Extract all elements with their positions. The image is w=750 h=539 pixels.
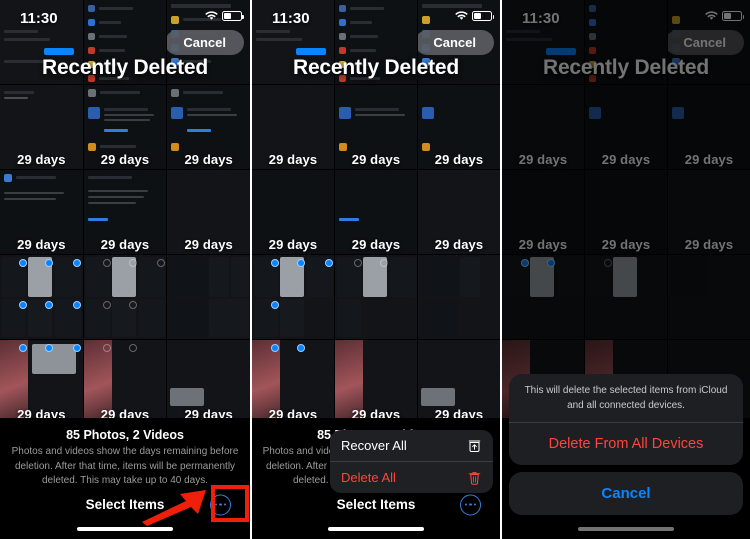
grid-cell[interactable]	[83, 255, 167, 339]
grid-cell[interactable]	[83, 0, 167, 84]
context-menu: Recover All Delete All	[330, 430, 493, 493]
grid-cell[interactable]: Invitation From Unknown Sender You have …	[418, 170, 500, 254]
menu-item-recover-all[interactable]: Recover All	[330, 430, 493, 461]
delete-from-all-devices-button[interactable]: Delete From All Devices	[509, 423, 743, 465]
grid-cell[interactable]: 29 days	[167, 85, 250, 169]
recently-deleted-photo-grid: 11:30	[252, 0, 500, 418]
delete-confirmation-sheet: This will delete the selected items from…	[509, 374, 743, 515]
tutorial-screenshot-strip: 11:30 Cancel 29 days 29 days 29 days 29 …	[0, 0, 750, 539]
grid-cell[interactable]	[167, 255, 250, 339]
grid-cell[interactable]: 29 days	[418, 340, 500, 418]
grid-cell[interactable]: 29 days	[252, 170, 334, 254]
status-icons	[455, 11, 494, 21]
grid-cell[interactable]	[335, 0, 417, 84]
footer-action-row: Select Items	[252, 494, 500, 515]
grid-cell[interactable]: 11:30	[252, 0, 334, 84]
footer-bar: 85 Photos, 2 Videos Photos and videos sh…	[0, 418, 250, 539]
grid-cell[interactable]	[418, 255, 500, 339]
wifi-icon	[455, 11, 468, 20]
menu-item-delete-all[interactable]: Delete All	[330, 462, 493, 493]
grid-cell[interactable]: 29 days	[335, 85, 417, 169]
grid-cell[interactable]: 29 days	[0, 340, 83, 418]
cancel-button[interactable]: Cancel	[509, 472, 743, 515]
grid-cell[interactable]: Cancel	[167, 0, 250, 84]
panel-step-3: 11:30	[500, 0, 750, 539]
alert-message: This will delete the selected items from…	[524, 385, 728, 411]
panel-step-1: 11:30 Cancel 29 days 29 days 29 days 29 …	[0, 0, 250, 539]
panel-step-2: 11:30 Cancel 29 days 29 days 29 days 29 …	[250, 0, 500, 539]
grid-cell[interactable]: 29 days	[335, 170, 417, 254]
grid-cell[interactable]	[252, 255, 334, 339]
grid-cell[interactable]	[335, 255, 417, 339]
action-sheet: This will delete the selected items from…	[509, 374, 743, 465]
recently-deleted-photo-grid: 11:30	[0, 0, 250, 418]
item-count-label: 85 Photos, 2 Videos	[66, 428, 184, 442]
grid-cell[interactable]: 29 days	[335, 340, 417, 418]
status-clock: 11:30	[272, 10, 310, 27]
grid-cell[interactable]: 29 days	[83, 340, 167, 418]
more-ellipsis-button[interactable]	[210, 494, 231, 515]
grid-cell[interactable]: 29 days	[83, 85, 167, 169]
grid-cell[interactable]: 11:30	[0, 0, 83, 84]
battery-icon	[221, 11, 244, 21]
grid-cell[interactable]: 29 days	[167, 340, 250, 418]
cancel-pill-button[interactable]: Cancel	[167, 30, 244, 55]
home-indicator	[77, 527, 173, 531]
status-clock: 11:30	[20, 10, 58, 27]
recover-tray-icon	[467, 438, 482, 453]
select-items-button[interactable]: Select Items	[86, 497, 165, 512]
grid-cell[interactable]: 29 days	[252, 85, 334, 169]
more-ellipsis-button[interactable]	[460, 494, 481, 515]
grid-cell[interactable]: 29 days	[252, 340, 334, 418]
menu-item-label: Recover All	[341, 438, 407, 453]
grid-cell[interactable]: Cancel	[418, 0, 500, 84]
status-icons	[205, 11, 244, 21]
grid-cell[interactable]: 29 days	[0, 170, 83, 254]
retention-description: Photos and videos show the days remainin…	[11, 446, 239, 486]
wifi-icon	[205, 11, 218, 20]
select-items-button[interactable]: Select Items	[337, 497, 416, 512]
battery-icon	[472, 11, 494, 21]
grid-cell[interactable]: Invitation From Unknown Sender You have …	[167, 170, 250, 254]
menu-item-label: Delete All	[341, 470, 396, 485]
grid-cell[interactable]: 29 days	[0, 85, 83, 169]
footer-action-row: Select Items	[0, 494, 250, 515]
home-indicator	[328, 527, 424, 531]
grid-cell[interactable]	[0, 255, 83, 339]
cancel-pill-button[interactable]: Cancel	[418, 30, 494, 55]
trash-icon	[467, 470, 482, 485]
grid-cell[interactable]: 29 days	[83, 170, 167, 254]
grid-cell[interactable]: 29 days	[418, 85, 500, 169]
